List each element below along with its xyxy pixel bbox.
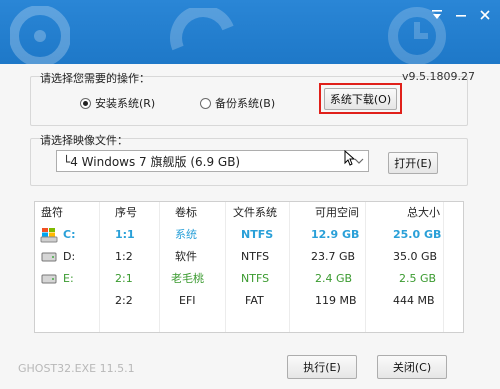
row-label: 系统 [175,228,197,241]
open-button-label: 打开(E) [394,157,432,170]
app-version-label: GHOST32.EXE 11.5.1 [18,362,135,375]
row-label: 软件 [175,250,197,263]
row-fs: NTFS [241,228,274,241]
row-free: 12.9 GB [311,228,360,241]
minimize-icon[interactable] [452,8,470,26]
hard-drive-icon [41,252,57,265]
hard-drive-icon [41,274,57,287]
table-header: 盘符 序号 卷标 文件系统 可用空间 总大小 [35,202,463,224]
watermark-refresh-icon [170,8,234,51]
image-heading: 请选择映像文件： [40,134,128,147]
install-radio[interactable]: 安装系统(R) [80,95,155,111]
title-bar [0,0,500,66]
open-button[interactable]: 打开(E) [388,152,438,174]
row-fs: FAT [245,294,264,307]
install-radio-dot[interactable] [80,97,91,109]
header-total[interactable]: 总大小 [407,202,440,224]
main-content: 请选择您需要的操作： v9.5.1809.27 安装系统(R) 备份系统(B) … [0,64,500,389]
header-free[interactable]: 可用空间 [315,202,359,224]
image-select-value: └4 Windows 7 旗舰版 (6.9 GB) [63,154,241,169]
partition-table: 盘符 序号 卷标 文件系统 可用空间 总大小 C: 1:1 系统 NTFS 12… [34,201,464,333]
menu-dropdown-icon[interactable] [428,8,446,26]
row-total: 25.0 GB [393,228,442,241]
header-label[interactable]: 卷标 [175,202,197,224]
row-drive: D: [63,250,76,263]
table-row[interactable]: E: 2:1 老毛桃 NTFS 2.4 GB 2.5 GB [35,268,463,290]
row-total: 444 MB [393,294,435,307]
system-download-button[interactable]: 系统下载(O) [324,88,397,110]
backup-radio-dot[interactable] [200,97,211,109]
row-fs: NTFS [241,272,270,285]
execute-button[interactable]: 执行(E) [287,355,357,379]
table-row[interactable]: D: 1:2 软件 NTFS 23.7 GB 35.0 GB [35,246,463,268]
close-icon[interactable] [476,8,494,26]
table-row[interactable]: C: 1:1 系统 NTFS 12.9 GB 25.0 GB [35,224,463,246]
close-button-label: 关闭(C) [392,361,432,374]
row-label: 老毛桃 [171,272,204,285]
backup-radio[interactable]: 备份系统(B) [200,95,275,111]
row-drive: C: [63,228,76,241]
app-window: 请选择您需要的操作： v9.5.1809.27 安装系统(R) 备份系统(B) … [0,0,500,389]
row-label: EFI [179,294,196,307]
image-select[interactable]: └4 Windows 7 旗舰版 (6.9 GB) [56,150,369,172]
table-row[interactable]: 2:2 EFI FAT 119 MB 444 MB [35,290,463,312]
close-button[interactable]: 关闭(C) [377,355,447,379]
header-index[interactable]: 序号 [115,202,137,224]
row-index: 2:1 [115,272,133,285]
header-fs[interactable]: 文件系统 [233,202,277,224]
row-index: 2:2 [115,294,133,307]
row-index: 1:1 [115,228,135,241]
operation-heading: 请选择您需要的操作： [40,72,150,85]
watermark-cd-icon [10,6,70,66]
row-drive: E: [63,272,74,285]
row-free: 2.4 GB [315,272,353,285]
version-label: v9.5.1809.27 [402,70,475,83]
row-total: 2.5 GB [399,272,437,285]
windows-drive-icon [40,227,58,246]
row-total: 35.0 GB [393,250,438,263]
system-download-label: 系统下载(O) [329,93,392,106]
row-free: 119 MB [315,294,357,307]
row-fs: NTFS [241,250,270,263]
mouse-cursor-icon [344,150,356,166]
header-drive[interactable]: 盘符 [41,202,63,224]
backup-radio-label: 备份系统(B) [215,97,276,110]
row-index: 1:2 [115,250,133,263]
install-radio-label: 安装系统(R) [95,97,156,110]
row-free: 23.7 GB [311,250,356,263]
execute-button-label: 执行(E) [303,361,341,374]
